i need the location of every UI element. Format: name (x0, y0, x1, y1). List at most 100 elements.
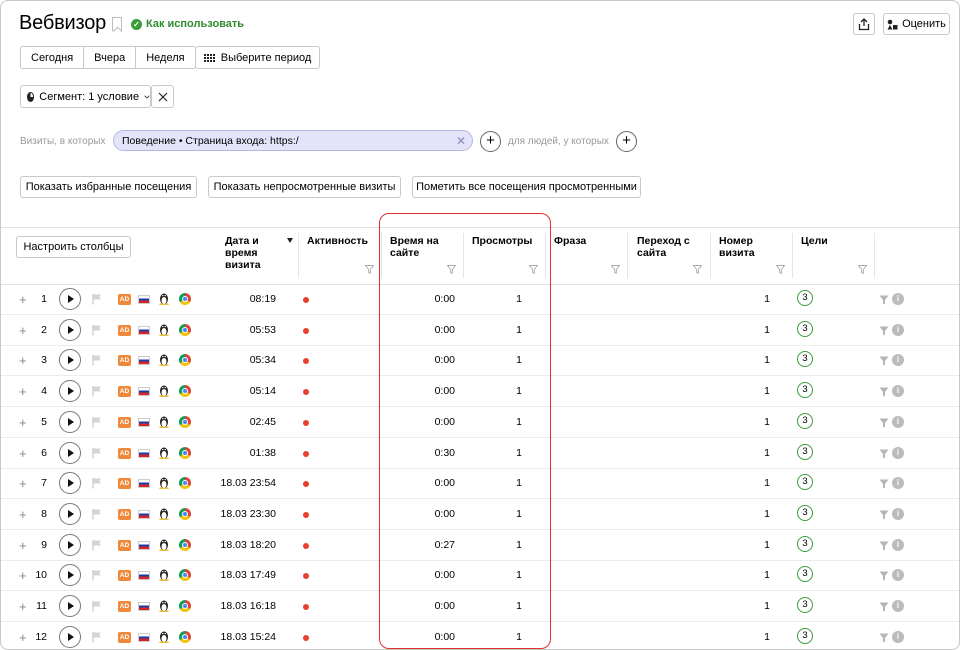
filter-icon[interactable] (879, 295, 889, 305)
play-icon[interactable] (59, 349, 81, 372)
column-header-goals[interactable]: Цели (801, 235, 828, 247)
filter-icon[interactable] (879, 387, 889, 397)
info-icon[interactable]: i (892, 477, 904, 490)
play-icon[interactable] (59, 595, 81, 617)
goals-count-badge[interactable]: 3 (797, 566, 813, 583)
play-icon[interactable] (59, 380, 81, 403)
play-icon[interactable] (59, 533, 81, 556)
goals-count-badge[interactable]: 3 (797, 627, 813, 644)
expand-row-icon[interactable]: + (19, 446, 27, 461)
expand-row-icon[interactable]: + (19, 384, 27, 399)
expand-row-icon[interactable]: + (19, 507, 27, 522)
flag-icon[interactable] (92, 354, 102, 366)
goals-count-badge[interactable]: 3 (797, 351, 813, 368)
goals-count-badge[interactable]: 3 (797, 382, 813, 399)
play-icon[interactable] (59, 502, 81, 525)
filter-icon[interactable] (879, 449, 889, 459)
info-icon[interactable]: i (892, 630, 904, 643)
info-icon[interactable]: i (892, 354, 904, 367)
goals-count-badge[interactable]: 3 (797, 597, 813, 613)
table-row[interactable]: + 3 AD 05:34 0:00 1 1 3 i (1, 345, 959, 377)
column-header-date[interactable]: Дата и время визита (225, 235, 261, 271)
info-icon[interactable]: i (892, 569, 904, 582)
table-row[interactable]: + 6 AD 01:38 0:30 1 1 3 i (1, 438, 959, 469)
table-row[interactable]: + 7 AD 18.03 23:54 0:00 1 1 3 i (1, 468, 959, 500)
play-icon[interactable] (59, 410, 81, 433)
info-icon[interactable]: i (892, 538, 904, 551)
play-icon[interactable] (59, 318, 81, 341)
play-icon[interactable] (59, 625, 81, 648)
segment-dropdown[interactable]: Сегмент: 1 условие (20, 85, 151, 108)
table-row[interactable]: + 10 AD 18.03 17:49 0:00 1 1 3 i (1, 560, 959, 592)
filter-icon[interactable] (879, 602, 889, 612)
configure-columns-button[interactable]: Настроить столбцы (16, 236, 131, 258)
table-row[interactable]: + 12 AD 18.03 15:24 0:00 1 1 3 i (1, 622, 959, 649)
play-icon[interactable] (59, 441, 81, 464)
table-row[interactable]: + 2 AD 05:53 0:00 1 1 3 i (1, 315, 959, 346)
flag-icon[interactable] (92, 508, 102, 520)
flag-icon[interactable] (92, 631, 102, 643)
filter-icon[interactable] (879, 356, 889, 366)
filter-icon[interactable] (879, 479, 889, 489)
flag-icon[interactable] (92, 539, 102, 551)
expand-row-icon[interactable]: + (19, 568, 27, 583)
sort-desc-icon[interactable] (287, 238, 293, 243)
filter-icon[interactable] (776, 265, 785, 274)
bookmark-icon[interactable] (112, 17, 122, 31)
filter-icon[interactable] (879, 510, 889, 520)
play-icon[interactable] (59, 288, 81, 310)
period-today-button[interactable]: Сегодня (21, 47, 85, 68)
info-icon[interactable]: i (892, 415, 904, 428)
show-favorites-button[interactable]: Показать избранные посещения (20, 176, 197, 198)
filter-icon[interactable] (693, 265, 702, 274)
table-row[interactable]: + 8 AD 18.03 23:30 0:00 1 1 3 i (1, 499, 959, 530)
play-icon[interactable] (59, 564, 81, 587)
info-icon[interactable]: i (892, 446, 904, 459)
filter-icon[interactable] (529, 265, 538, 274)
column-header-time-on-site[interactable]: Время на сайте (390, 235, 439, 259)
info-icon[interactable]: i (892, 507, 904, 520)
filter-icon[interactable] (447, 265, 456, 274)
filter-icon[interactable] (879, 571, 889, 581)
flag-icon[interactable] (92, 324, 102, 336)
goals-count-badge[interactable]: 3 (797, 474, 813, 491)
info-icon[interactable]: i (892, 293, 904, 305)
play-icon[interactable] (59, 472, 81, 495)
goals-count-badge[interactable]: 3 (797, 290, 813, 306)
flag-icon[interactable] (92, 477, 102, 489)
expand-row-icon[interactable]: + (19, 599, 27, 614)
add-people-condition-button[interactable]: + (616, 131, 637, 152)
close-icon[interactable]: ✕ (456, 134, 466, 148)
expand-row-icon[interactable]: + (19, 292, 27, 307)
show-unviewed-button[interactable]: Показать непросмотренные визиты (208, 176, 401, 198)
expand-row-icon[interactable]: + (19, 630, 27, 645)
info-icon[interactable]: i (892, 323, 904, 336)
table-row[interactable]: + 11 AD 18.03 16:18 0:00 1 1 3 i (1, 591, 959, 622)
flag-icon[interactable] (92, 569, 102, 581)
table-row[interactable]: + 1 AD 08:19 0:00 1 1 3 i (1, 284, 959, 315)
flag-icon[interactable] (92, 600, 102, 612)
flag-icon[interactable] (92, 385, 102, 397)
expand-row-icon[interactable]: + (19, 476, 27, 491)
choose-period-button[interactable]: Выберите период (195, 46, 320, 69)
expand-row-icon[interactable]: + (19, 323, 27, 338)
column-header-transition[interactable]: Переход с сайта (637, 235, 690, 259)
flag-icon[interactable] (92, 447, 102, 459)
column-header-phrase[interactable]: Фраза (554, 235, 586, 247)
add-visit-condition-button[interactable]: + (480, 131, 501, 152)
table-row[interactable]: + 5 AD 02:45 0:00 1 1 3 i (1, 407, 959, 438)
goals-count-badge[interactable]: 3 (797, 443, 813, 460)
flag-icon[interactable] (92, 416, 102, 428)
filter-icon[interactable] (611, 265, 620, 274)
period-yesterday-button[interactable]: Вчера (84, 47, 137, 68)
column-header-activity[interactable]: Активность (307, 235, 368, 247)
filter-icon[interactable] (879, 541, 889, 551)
mark-all-viewed-button[interactable]: Пометить все посещения просмотренными (412, 176, 641, 198)
expand-row-icon[interactable]: + (19, 415, 27, 430)
flag-icon[interactable] (92, 293, 102, 305)
filter-chip[interactable]: Поведение • Страница входа: https:/ ✕ (113, 130, 473, 151)
info-icon[interactable]: i (892, 385, 904, 398)
filter-icon[interactable] (858, 265, 867, 274)
goals-count-badge[interactable]: 3 (797, 504, 813, 521)
filter-icon[interactable] (879, 633, 889, 643)
